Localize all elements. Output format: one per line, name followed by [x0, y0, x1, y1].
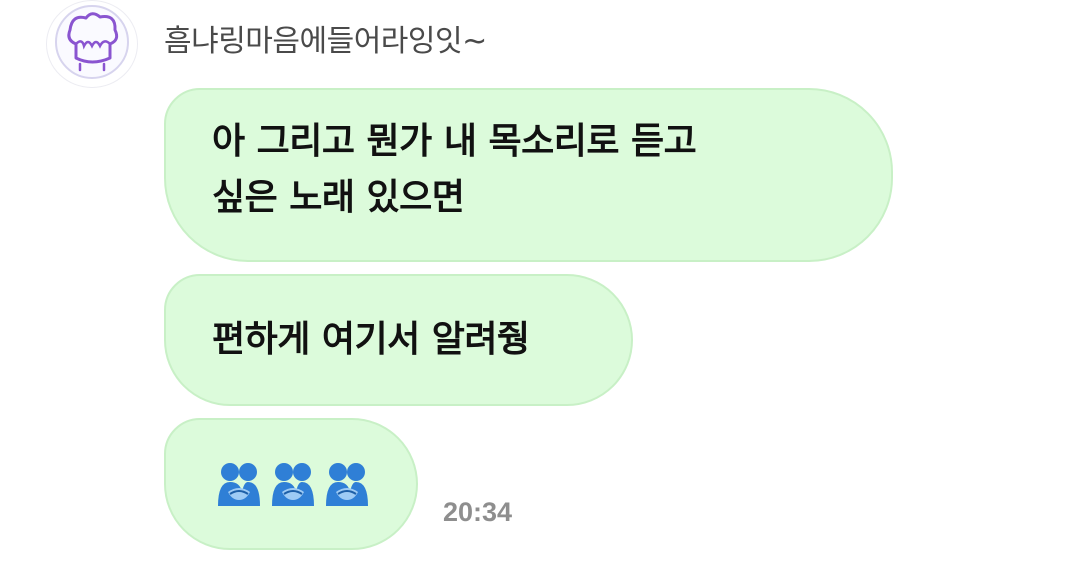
message-bubble[interactable]: 편하게 여기서 알려줭 — [164, 274, 633, 406]
sender-name: 흠냐링마음에들어라잉잇~ — [164, 24, 487, 59]
message-line: 편하게 여기서 알려줭 — [212, 319, 530, 360]
people-hugging-icon — [272, 463, 314, 506]
message-line: 싶은 노래 있으면 — [212, 177, 465, 218]
message-bubble[interactable]: 아 그리고 뭔가 내 목소리로 듣고 싶은 노래 있으면 — [164, 88, 893, 262]
people-hugging-icon — [218, 463, 260, 506]
emoji-message-bubble[interactable] — [164, 418, 418, 550]
sender-avatar[interactable] — [46, 0, 138, 88]
message-timestamp: 20:34 — [443, 497, 513, 527]
people-hugging-icon — [326, 463, 368, 506]
message-line: 아 그리고 뭔가 내 목소리로 듣고 — [212, 121, 697, 162]
